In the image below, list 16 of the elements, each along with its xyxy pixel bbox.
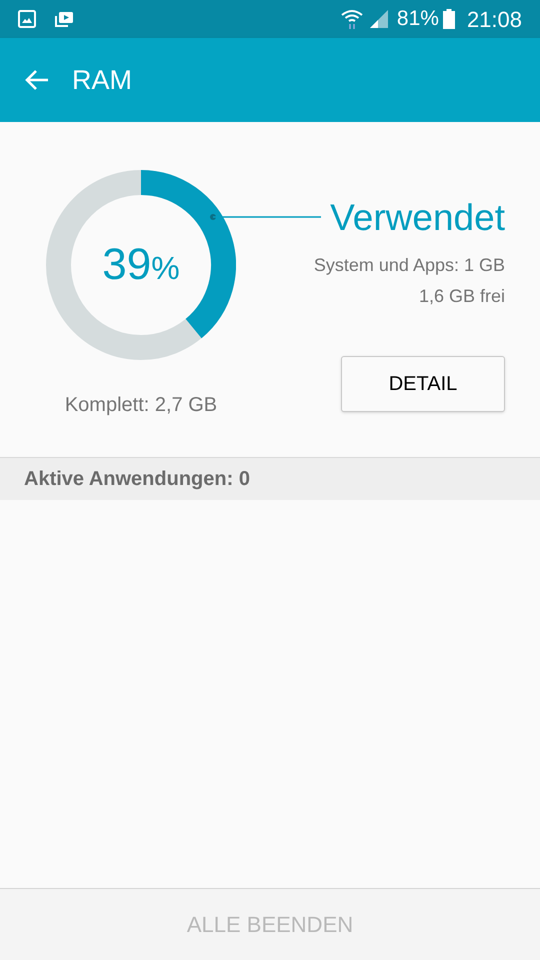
section-header: Aktive Anwendungen: 0 bbox=[0, 458, 540, 500]
battery-percent: 81% bbox=[396, 6, 439, 32]
screen-title: RAM bbox=[72, 64, 132, 97]
wifi-icon bbox=[340, 9, 363, 29]
video-icon bbox=[54, 10, 74, 28]
detail-button[interactable]: DETAIL bbox=[341, 356, 505, 412]
signal-icon bbox=[368, 10, 389, 28]
total-memory-label: Komplett: 2,7 GB bbox=[64, 393, 218, 418]
system-apps-label: System und Apps: 1 GB bbox=[314, 254, 505, 277]
free-memory-label: 1,6 GB frei bbox=[418, 285, 505, 308]
used-label: Verwendet bbox=[330, 196, 505, 240]
gallery-icon bbox=[18, 10, 36, 28]
back-arrow-icon bbox=[25, 69, 49, 91]
battery-icon bbox=[442, 9, 455, 29]
percent-label: 39% bbox=[102, 239, 180, 291]
clock: 21:08 bbox=[466, 6, 522, 34]
